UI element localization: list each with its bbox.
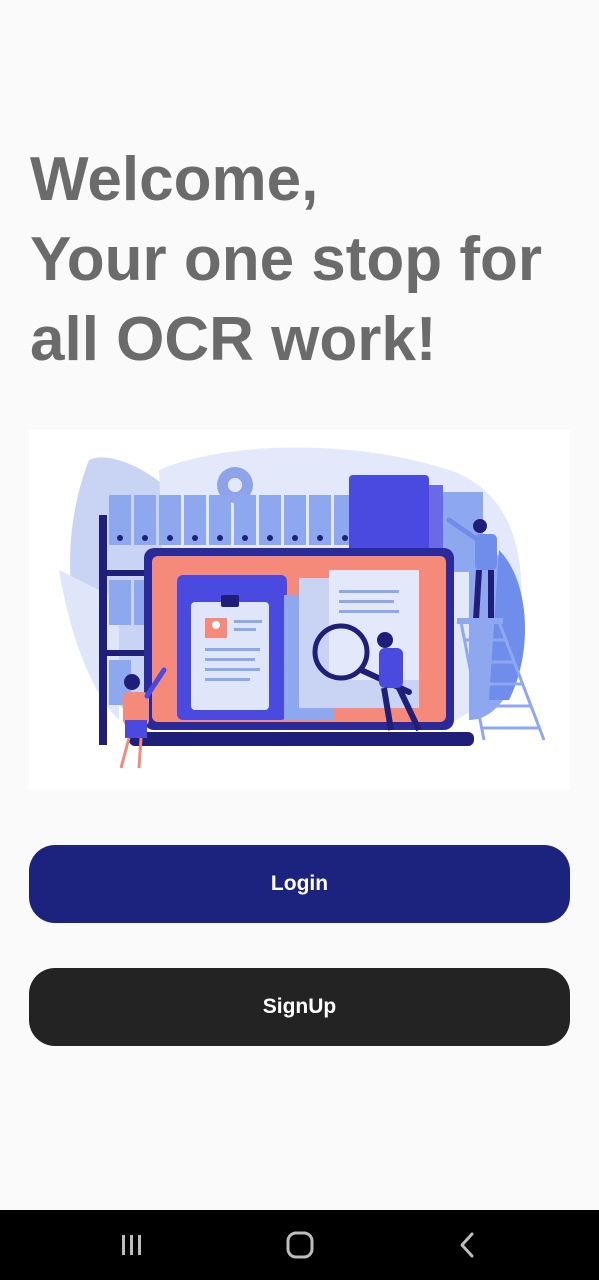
- home-button[interactable]: [260, 1210, 340, 1280]
- back-button[interactable]: [428, 1210, 508, 1280]
- login-button[interactable]: Login: [29, 845, 570, 923]
- home-icon: [286, 1231, 314, 1259]
- recents-button[interactable]: [92, 1210, 172, 1280]
- welcome-line-2: Your one stop for: [30, 225, 543, 294]
- welcome-heading: Welcome, Your one stop for all OCR work!: [30, 140, 590, 380]
- ocr-illustration: [29, 430, 570, 790]
- recents-icon: [122, 1235, 141, 1255]
- welcome-line-3: all OCR work!: [30, 305, 437, 374]
- signup-button[interactable]: SignUp: [29, 968, 570, 1046]
- ocr-illustration-graphic: [59, 447, 546, 769]
- welcome-line-1: Welcome,: [30, 145, 319, 214]
- back-icon: [460, 1232, 474, 1258]
- system-navigation-bar: [0, 1210, 599, 1280]
